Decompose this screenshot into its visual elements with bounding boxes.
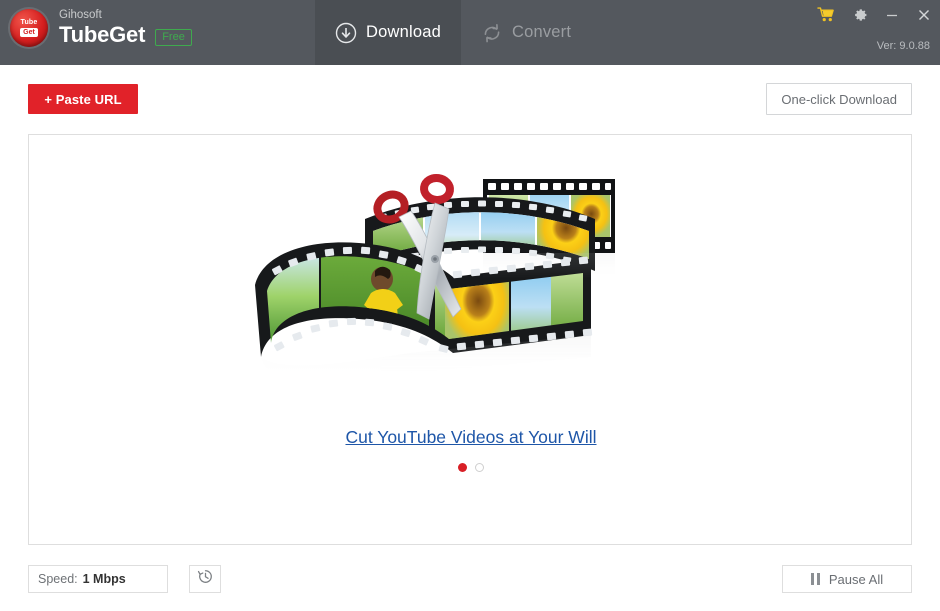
history-button[interactable] — [189, 565, 221, 593]
version-label: Ver: 9.0.88 — [876, 40, 930, 52]
pause-all-button[interactable]: Pause All — [782, 565, 912, 593]
tab-download[interactable]: Download — [315, 0, 461, 65]
pause-icon — [810, 573, 820, 585]
logo-tube-text: Tube — [20, 18, 38, 26]
download-circle-icon — [335, 22, 357, 44]
tab-convert-label: Convert — [511, 23, 572, 41]
settings-button[interactable] — [844, 0, 876, 34]
carousel-dots — [29, 463, 911, 472]
brand-company: Gihosoft — [59, 9, 102, 21]
cart-icon — [816, 6, 836, 28]
promo-link[interactable]: Cut YouTube Videos at Your Will — [29, 427, 911, 448]
action-toolbar: + Paste URL One-click Download — [0, 65, 940, 133]
close-icon — [917, 8, 931, 27]
filmstrip-scissors-illustration — [239, 167, 679, 407]
tab-convert[interactable]: Convert — [461, 0, 591, 65]
carousel-dot-2[interactable] — [475, 463, 484, 472]
speed-label: Speed: — [38, 572, 78, 586]
brand-text: Gihosoft TubeGet Free — [59, 8, 192, 47]
brand-row: TubeGet Free — [59, 23, 192, 47]
cart-button[interactable] — [808, 0, 844, 34]
minimize-icon — [885, 8, 899, 27]
window-controls — [808, 0, 940, 34]
app-logo-icon: Tube Get — [10, 8, 48, 47]
one-click-download-button[interactable]: One-click Download — [766, 83, 912, 115]
carousel-dot-1[interactable] — [458, 463, 467, 472]
status-bar: Speed: 1 Mbps Pause All — [0, 546, 940, 611]
main-tabs: Download Convert — [315, 0, 591, 65]
title-bar: Tube Get Gihosoft TubeGet Free Download … — [0, 0, 940, 65]
promo-banner: Cut YouTube Videos at Your Will — [29, 135, 911, 544]
close-button[interactable] — [908, 0, 940, 34]
speed-value: 1 Mbps — [82, 572, 126, 586]
tab-download-label: Download — [366, 23, 441, 41]
download-list-panel: Cut YouTube Videos at Your Will — [28, 134, 912, 545]
history-clock-icon — [197, 568, 214, 590]
logo-get-text: Get — [20, 27, 38, 37]
tubeget-window: Tube Get Gihosoft TubeGet Free Download … — [0, 0, 940, 611]
gear-icon — [852, 7, 868, 28]
app-brand: Tube Get Gihosoft TubeGet Free — [0, 0, 192, 47]
pause-all-label: Pause All — [828, 571, 884, 587]
speed-field[interactable]: Speed: 1 Mbps — [28, 565, 168, 593]
brand-product-name: TubeGet — [59, 22, 146, 47]
paste-url-button[interactable]: + Paste URL — [28, 84, 138, 114]
edition-badge: Free — [155, 28, 192, 46]
minimize-button[interactable] — [876, 0, 908, 34]
refresh-circle-icon — [481, 22, 503, 44]
